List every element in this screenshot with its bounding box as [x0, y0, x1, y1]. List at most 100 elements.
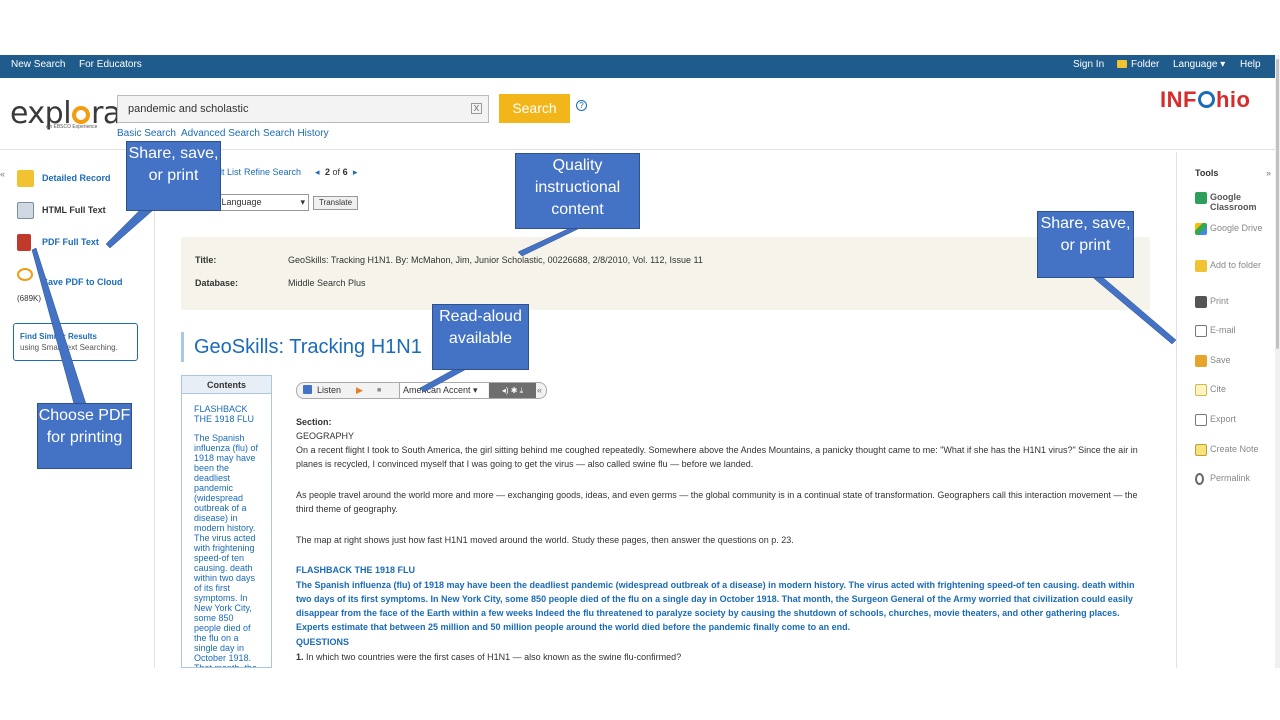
create-note-label: Create Note	[1210, 444, 1259, 454]
prev-record-icon[interactable]: ◂	[315, 167, 320, 178]
google-drive-label: Google Drive	[1210, 223, 1263, 233]
title-label: Title:	[195, 255, 217, 265]
refine-search-link[interactable]: Refine Search	[244, 167, 301, 177]
infohio-text-left: INF	[1160, 87, 1197, 112]
pdf-full-text-link[interactable]: PDF Full Text	[42, 237, 99, 247]
read-aloud-bar: Listen ▶ ■ American Accent ▾ ◂) ✱ ⤓ «	[296, 382, 547, 399]
listen-button[interactable]: Listen	[317, 383, 341, 398]
article-paragraph: The map at right shows just how fast H1N…	[296, 535, 794, 545]
flashback-heading: FLASHBACK THE 1918 FLU	[296, 565, 416, 575]
read-aloud-settings[interactable]: ◂) ✱ ⤓	[489, 383, 536, 398]
permalink-label: Permalink	[1210, 473, 1251, 483]
print-icon	[1195, 296, 1207, 308]
page-scrollbar[interactable]	[1275, 55, 1280, 668]
position-current: 2	[325, 167, 331, 177]
article-title: GeoSkills: Tracking H1N1	[181, 332, 422, 362]
scrollbar-thumb[interactable]	[1276, 59, 1279, 349]
infohio-text-right: hio	[1215, 87, 1251, 112]
search-header: explra An EBSCO Experience x Search ? Ba…	[0, 78, 1275, 150]
save-pdf-cloud-link[interactable]: Save PDF to Cloud	[42, 277, 123, 287]
infohio-logo[interactable]: INF hio	[1160, 87, 1250, 113]
power-icon	[1197, 91, 1215, 108]
tools-panel: Tools » Google Classroom Google Drive Ad…	[1176, 152, 1275, 668]
logo-subtitle: An EBSCO Experience	[46, 124, 98, 130]
logo-o-icon	[72, 106, 91, 124]
contents-item[interactable]: FLASHBACK THE 1918 FLU	[194, 404, 259, 424]
flashback-body: The Spanish influenza (flu) of 1918 may …	[296, 580, 1135, 632]
question-1: 1. In which two countries were the first…	[296, 650, 1148, 664]
advanced-search-link[interactable]: Advanced Search	[181, 128, 260, 139]
help-icon[interactable]: ?	[576, 100, 587, 111]
next-record-icon[interactable]: ▸	[353, 167, 358, 178]
help-link[interactable]: Help	[1240, 59, 1261, 70]
database-label: Database:	[195, 278, 239, 288]
clear-search-icon[interactable]: x	[471, 103, 482, 114]
question-1-number: 1.	[296, 652, 304, 662]
basic-search-link[interactable]: Basic Search	[117, 128, 176, 139]
translate-button[interactable]: Translate	[313, 196, 358, 210]
record-metadata: Title: GeoSkills: Tracking H1N1. By: McM…	[181, 237, 1150, 310]
play-icon[interactable]: ▶	[356, 383, 363, 398]
note-icon	[1195, 444, 1207, 456]
record-position: 2 of 6	[325, 167, 348, 177]
question-1-text: In which two countries were the first ca…	[306, 652, 682, 662]
database-value: Middle Search Plus	[288, 278, 366, 288]
callout-choose-pdf: Choose PDF for printing	[37, 403, 132, 469]
detailed-record-link[interactable]: Detailed Record	[42, 173, 111, 183]
title-value: GeoSkills: Tracking H1N1. By: McMahon, J…	[288, 255, 703, 265]
cloud-upload-icon	[17, 268, 33, 281]
article-paragraph: On a recent flight I took to South Ameri…	[296, 445, 1138, 469]
email-label: E-mail	[1210, 325, 1236, 335]
html-full-text-link[interactable]: HTML Full Text	[42, 205, 106, 215]
position-of: of	[332, 167, 341, 177]
pdf-icon	[17, 234, 31, 251]
google-drive-icon	[1195, 223, 1207, 235]
folder-link[interactable]: Folder	[1117, 59, 1159, 70]
google-classroom-label: Google Classroom	[1210, 192, 1257, 212]
add-folder-icon	[1195, 260, 1207, 272]
add-to-folder-label: Add to folder	[1210, 260, 1262, 270]
accent-dropdown-icon: ▾	[473, 385, 478, 395]
position-total: 6	[342, 167, 348, 177]
export-icon	[1195, 414, 1207, 426]
search-input[interactable]	[117, 95, 489, 123]
callout-quality-content: Quality instructional content	[515, 153, 640, 229]
questions-heading: QUESTIONS	[296, 637, 350, 647]
collapse-player-icon[interactable]: «	[537, 383, 542, 398]
search-history-link[interactable]: Search History	[263, 128, 329, 139]
detailed-record-icon	[17, 170, 34, 187]
record-main: Result List Refine Search ◂ 2 of 6 ▸ Cho…	[156, 152, 1176, 668]
save-icon	[1195, 355, 1207, 367]
folder-label: Folder	[1131, 59, 1160, 70]
contents-heading: Contents	[182, 376, 271, 394]
expand-tools-icon[interactable]: »	[1266, 168, 1271, 178]
section-label-text: Section:	[296, 417, 332, 427]
contents-panel: Contents FLASHBACK THE 1918 FLU The Span…	[181, 375, 272, 668]
cite-label: Cite	[1210, 384, 1227, 394]
callout-share-left: Share, save, or print	[126, 141, 221, 211]
speaker-icon	[303, 385, 312, 394]
sign-in-link[interactable]: Sign In	[1073, 59, 1104, 70]
pdf-size: (689K)	[17, 294, 42, 303]
callout-read-aloud: Read-aloud available	[432, 304, 529, 370]
section-value: GEOGRAPHY	[296, 431, 355, 441]
section-label: Section:	[296, 415, 1148, 429]
article-paragraph: As people travel around the world more a…	[296, 490, 1138, 514]
find-similar-title: Find Similar Results	[20, 332, 97, 341]
find-similar-box[interactable]: Find Similar Results using SmartText Sea…	[13, 323, 138, 361]
print-label: Print	[1210, 296, 1229, 306]
for-educators-link[interactable]: For Educators	[79, 59, 142, 70]
new-search-link[interactable]: New Search	[11, 59, 65, 70]
collapse-left-icon[interactable]: «	[0, 169, 5, 179]
accent-value: American Accent	[403, 385, 471, 395]
language-menu[interactable]: Language ▾	[1173, 59, 1225, 70]
stop-icon[interactable]: ■	[377, 383, 381, 398]
accent-select[interactable]: American Accent ▾	[399, 383, 488, 398]
search-button[interactable]: Search	[499, 94, 570, 123]
find-similar-sub: using SmartText Searching.	[20, 343, 118, 352]
link-icon	[1195, 473, 1204, 485]
export-label: Export	[1210, 414, 1237, 424]
select-arrow-icon: ▾	[300, 197, 305, 207]
folder-icon	[1117, 60, 1127, 68]
contents-item[interactable]: The Spanish influenza (flu) of 1918 may …	[194, 433, 259, 667]
